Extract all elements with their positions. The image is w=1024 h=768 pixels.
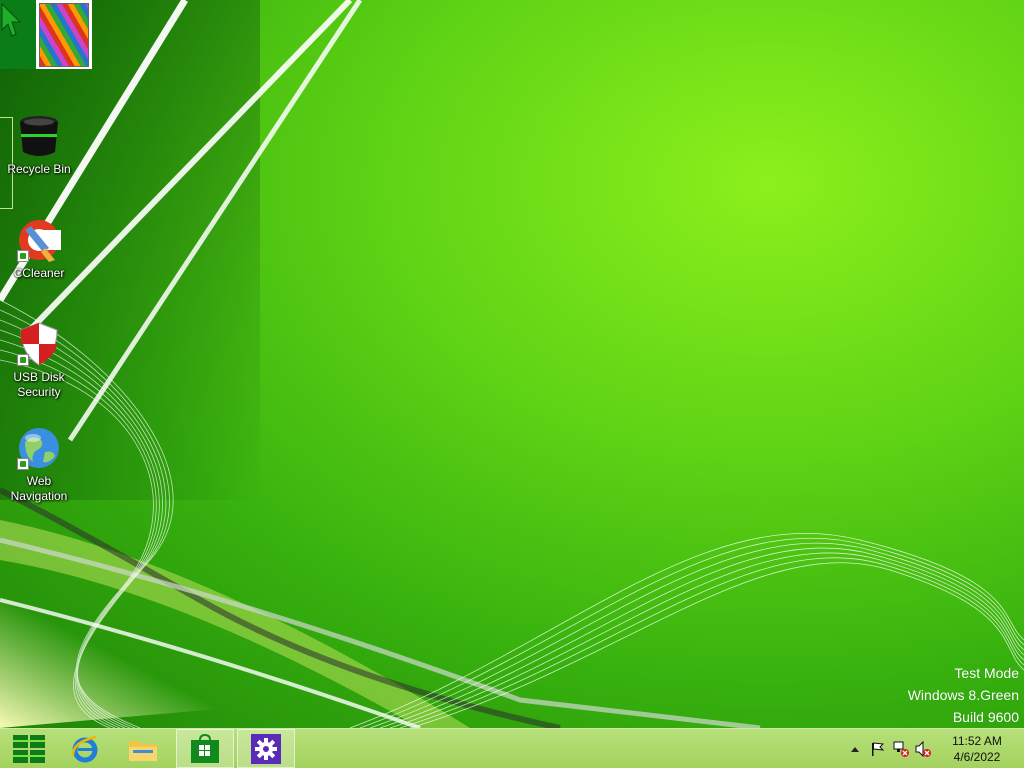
system-tray: 11:52 AM 4/6/2022 xyxy=(844,729,1024,768)
ccleaner-icon xyxy=(15,216,63,264)
desktop-icon-ccleaner[interactable]: CCleaner xyxy=(4,216,74,281)
shortcut-arrow-icon xyxy=(17,250,29,262)
thumbnail-green-panel xyxy=(0,0,36,69)
usb-disk-security-icon xyxy=(15,320,63,368)
test-mode-watermark: Test Mode Windows 8.Green Build 9600 xyxy=(908,662,1019,728)
usb-disk-security-label: USB Disk Security xyxy=(13,370,65,399)
clock-date: 4/6/2022 xyxy=(953,750,1001,764)
show-hidden-icons-button[interactable] xyxy=(846,740,864,758)
thumbnail-image xyxy=(40,4,88,66)
watermark-line-test-mode: Test Mode xyxy=(954,665,1019,681)
cursor-arrow-icon xyxy=(1,2,22,37)
up-arrow-icon xyxy=(851,747,859,752)
recycle-bin-icon xyxy=(15,112,63,160)
desktop[interactable]: Recycle Bin CCleaner USB Disk Security W… xyxy=(0,0,1024,728)
gear-icon xyxy=(251,733,281,764)
folder-icon xyxy=(129,740,157,761)
desktop-icon-usb-disk-security[interactable]: USB Disk Security xyxy=(4,320,74,400)
clock-time: 11:52 AM xyxy=(952,734,1002,748)
internet-explorer-icon xyxy=(71,735,98,762)
clock[interactable]: 11:52 AM 4/6/2022 xyxy=(942,733,1012,765)
file-explorer-button[interactable] xyxy=(114,729,172,768)
settings-button[interactable] xyxy=(237,729,295,768)
network-disconnected-icon xyxy=(893,741,909,757)
wallpaper xyxy=(0,0,1024,728)
store-button[interactable] xyxy=(176,729,234,768)
start-button[interactable] xyxy=(0,729,58,768)
watermark-line-build: Build 9600 xyxy=(952,709,1019,725)
internet-explorer-button[interactable] xyxy=(56,729,114,768)
desktop-icon-recycle-bin[interactable]: Recycle Bin xyxy=(4,112,74,177)
shortcut-arrow-icon xyxy=(17,354,29,366)
shortcut-arrow-icon xyxy=(17,458,29,470)
flag-icon xyxy=(872,742,885,756)
action-center-button[interactable] xyxy=(868,740,886,758)
watermark-line-edition: Windows 8.Green xyxy=(907,687,1019,703)
speaker-muted-icon xyxy=(915,740,931,758)
thumbnail-preview xyxy=(0,0,92,69)
ccleaner-label: CCleaner xyxy=(13,266,65,280)
web-navigation-label: Web Navigation xyxy=(10,474,68,503)
windows-logo-icon xyxy=(13,734,45,763)
volume-button[interactable] xyxy=(914,740,932,758)
recycle-bin-label: Recycle Bin xyxy=(7,162,71,176)
store-icon xyxy=(191,733,219,763)
web-navigation-icon xyxy=(15,424,63,472)
network-button[interactable] xyxy=(892,740,910,758)
desktop-icon-web-navigation[interactable]: Web Navigation xyxy=(4,424,74,504)
taskbar: 11:52 AM 4/6/2022 xyxy=(0,728,1024,768)
